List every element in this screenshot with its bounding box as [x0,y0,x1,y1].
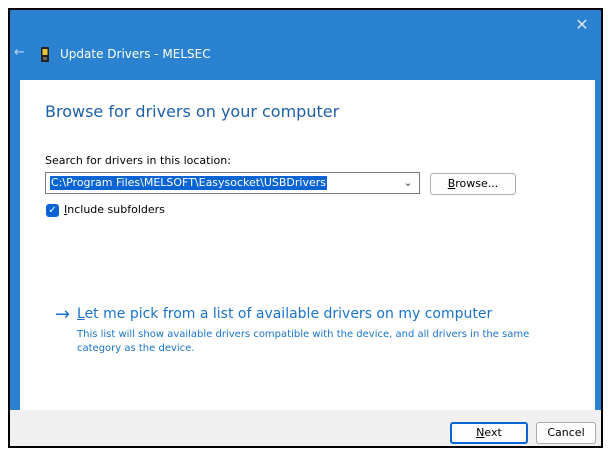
content-area: Browse for drivers on your computer Sear… [20,80,595,410]
pick-description: This list will show available drivers co… [77,329,530,354]
pick-link-text: et me pick from a list of available driv… [84,306,493,322]
title-bar: ✕ ← Update Drivers - MELSEC [10,10,601,80]
window-title: Update Drivers - MELSEC [60,47,211,61]
chevron-down-icon[interactable]: ⌄ [401,175,415,191]
include-subfolders-checkbox[interactable]: ✓ [46,204,59,217]
next-label: ext [484,426,502,439]
search-location-label: Search for drivers in this location: [45,154,231,167]
button-bar: Next Cancel [10,410,601,446]
pick-from-list-link[interactable]: Let me pick from a list of available dri… [77,306,492,322]
include-subfolders-text: nclude subfolders [67,203,165,216]
browse-button[interactable]: Browse... [430,173,516,195]
driver-path-combobox[interactable]: C:\Program Files\MELSOFT\Easysocket\USBD… [45,172,420,194]
driver-path-input[interactable]: C:\Program Files\MELSOFT\Easysocket\USBD… [50,176,327,190]
include-subfolders-label[interactable]: Include subfolders [64,203,165,216]
dialog-window: ✕ ← Update Drivers - MELSEC Browse for d… [8,8,603,448]
arrow-right-icon[interactable]: → [55,306,70,324]
page-title: Browse for drivers on your computer [45,102,340,121]
close-icon[interactable]: ✕ [573,16,591,34]
back-arrow-icon[interactable]: ← [14,46,28,60]
device-icon [41,47,49,62]
pick-accelerator: L [77,306,85,322]
browse-label: rowse... [455,177,499,190]
next-button[interactable]: Next [450,422,528,444]
cancel-button[interactable]: Cancel [536,422,596,444]
